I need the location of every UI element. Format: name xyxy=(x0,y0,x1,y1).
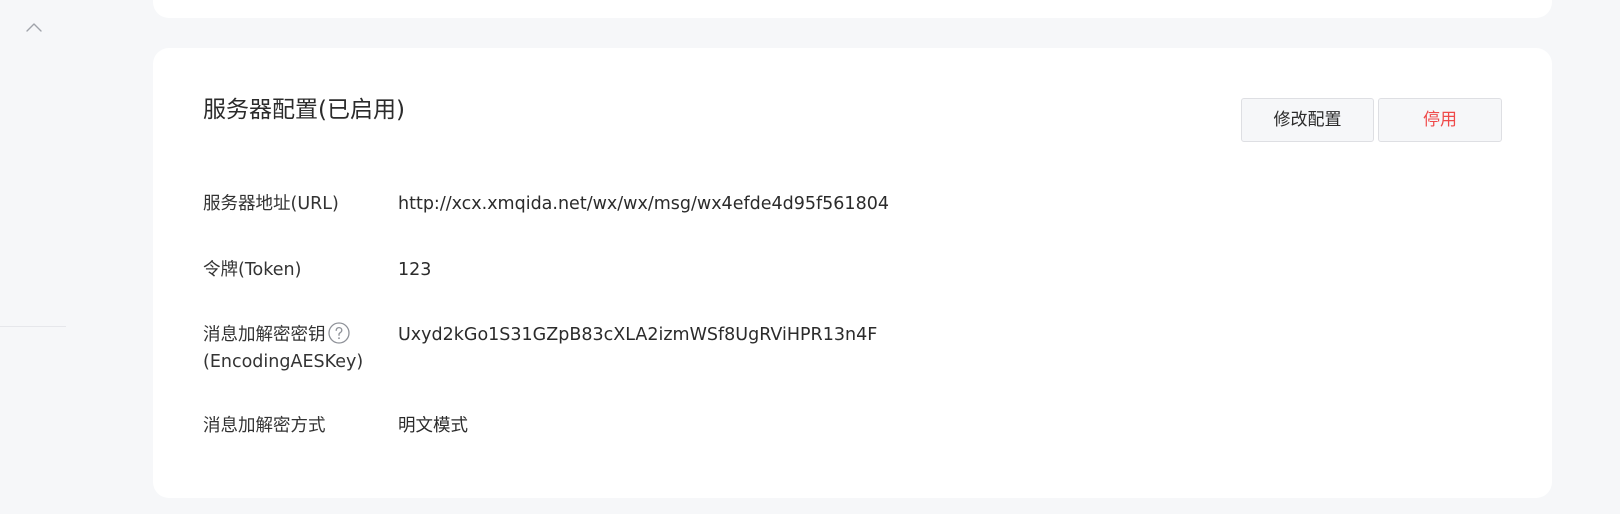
edit-config-button[interactable]: 修改配置 xyxy=(1241,98,1374,142)
aes-key-label-text: 消息加解密密钥 xyxy=(203,325,326,345)
sidebar-divider xyxy=(0,326,66,327)
chevron-up-icon xyxy=(24,20,44,36)
encryption-mode-value: 明文模式 xyxy=(398,416,468,436)
token-label: 令牌(Token) xyxy=(203,260,302,280)
question-circle-icon[interactable] xyxy=(327,321,351,345)
url-label: 服务器地址(URL) xyxy=(203,194,339,214)
sidebar xyxy=(0,0,66,514)
aes-key-label: 消息加解密密钥 (EncodingAESKey) xyxy=(203,322,363,376)
aes-key-label-line: 消息加解密密钥 xyxy=(203,322,363,349)
aes-key-label-sub: (EncodingAESKey) xyxy=(203,352,364,372)
encryption-mode-label: 消息加解密方式 xyxy=(203,416,326,436)
sidebar-collapse-button[interactable] xyxy=(24,20,44,36)
card-title: 服务器配置(已启用) xyxy=(203,97,405,123)
url-value: http://xcx.xmqida.net/wx/wx/msg/wx4efde4… xyxy=(398,194,889,214)
disable-button[interactable]: 停用 xyxy=(1378,98,1502,142)
previous-card xyxy=(153,0,1552,18)
token-value: 123 xyxy=(398,260,432,280)
server-config-card: 服务器配置(已启用) 修改配置 停用 服务器地址(URL) http://xcx… xyxy=(153,48,1552,498)
aes-key-value: Uxyd2kGo1S31GZpB83cXLA2izmWSf8UgRViHPR13… xyxy=(398,325,878,345)
